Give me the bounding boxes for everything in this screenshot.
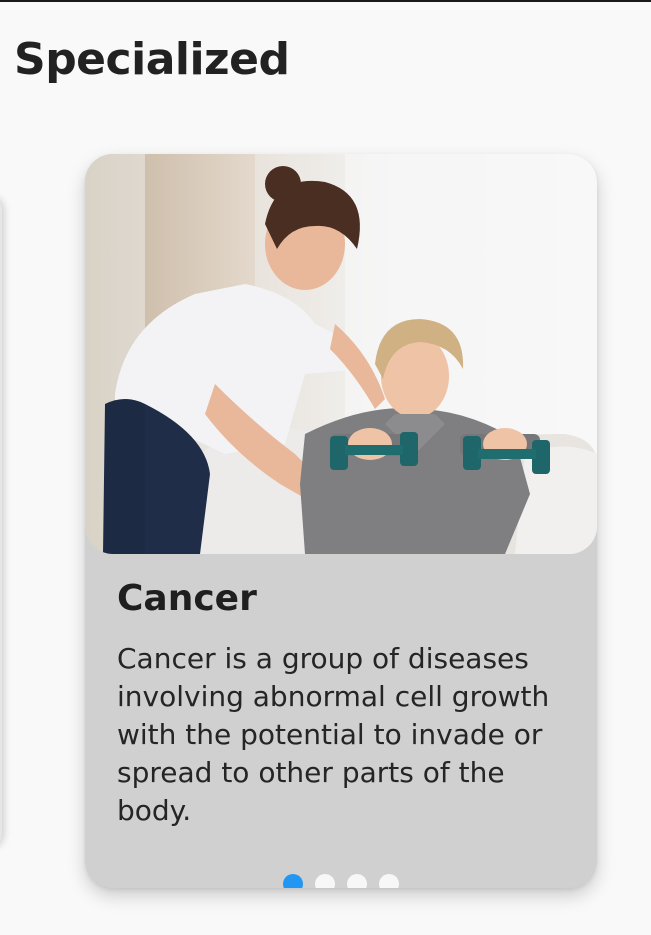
page-indicator-dot-4[interactable] (379, 874, 399, 888)
page-title: Specialized (14, 34, 290, 85)
previous-card-peek[interactable] (0, 196, 2, 848)
carousel-pagination (85, 874, 597, 888)
page-indicator-dot-3[interactable] (347, 874, 367, 888)
card-image (85, 154, 597, 554)
card-description: Cancer is a group of diseases involving … (117, 642, 550, 827)
card-title: Cancer (117, 578, 257, 619)
top-divider (0, 0, 651, 2)
page-indicator-dot-2[interactable] (315, 874, 335, 888)
page-indicator-dot-1[interactable] (283, 874, 303, 888)
specialty-card[interactable]: Cancer Cancer is a group of diseases inv… (85, 154, 597, 888)
